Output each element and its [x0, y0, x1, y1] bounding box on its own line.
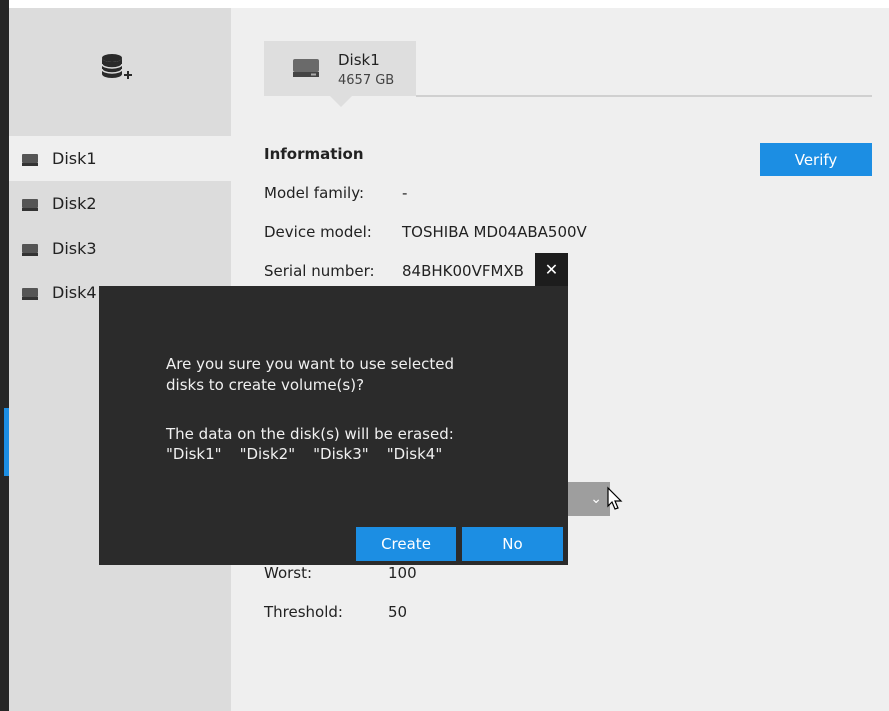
dialog-disk-item: "Disk4"	[386, 445, 443, 463]
verify-button[interactable]: Verify	[760, 143, 872, 176]
section-title: Information	[264, 145, 364, 163]
close-button[interactable]: ✕	[535, 253, 568, 286]
tab-divider	[416, 95, 872, 97]
model-family-value: -	[402, 184, 408, 202]
window-left-edge	[0, 0, 9, 711]
worst-value: 100	[388, 564, 417, 582]
dialog-disk-item: "Disk2"	[239, 445, 296, 463]
hard-disk-icon	[21, 242, 39, 256]
dialog-disk-item: "Disk1"	[166, 445, 222, 463]
sidebar-item-label: Disk2	[52, 194, 97, 213]
chevron-down-icon: ⌄	[590, 491, 602, 507]
model-family-label: Model family:	[264, 184, 365, 202]
worst-label: Worst:	[264, 564, 313, 582]
dialog-disk-list: "Disk1" "Disk2" "Disk3" "Disk4"	[166, 445, 442, 463]
hard-disk-icon	[291, 57, 321, 79]
threshold-value: 50	[388, 603, 408, 621]
dialog-question: Are you sure you want to use selected di…	[166, 355, 454, 394]
sidebar-item-disk3[interactable]: Disk3	[9, 226, 231, 271]
sidebar-item-label: Disk1	[52, 149, 97, 168]
sidebar-item-label: Disk3	[52, 239, 97, 258]
create-button[interactable]: Create	[356, 527, 456, 561]
tab-title: Disk1	[338, 51, 380, 69]
threshold-label: Threshold:	[264, 603, 343, 621]
serial-number-label: Serial number:	[264, 262, 375, 280]
device-model-label: Device model:	[264, 223, 372, 241]
device-model-value: TOSHIBA MD04ABA500V	[402, 223, 587, 241]
sidebar-item-label: Disk4	[52, 283, 97, 302]
sidebar-item-disk1[interactable]: Disk1	[9, 136, 231, 181]
sidebar-item-disk2[interactable]: Disk2	[9, 181, 231, 226]
dialog-disk-item: "Disk3"	[313, 445, 369, 463]
mouse-cursor-icon	[606, 486, 624, 512]
serial-number-value: 84BHK00VFMXB	[402, 262, 524, 280]
close-icon: ✕	[544, 260, 559, 279]
hard-disk-icon	[21, 197, 39, 211]
tab-pointer	[330, 96, 352, 107]
dialog-warning: The data on the disk(s) will be erased:	[166, 425, 454, 443]
hard-disk-icon	[21, 286, 39, 300]
hard-disk-icon	[21, 152, 39, 166]
tab-size: 4657 GB	[338, 73, 395, 88]
dropdown-select[interactable]: ⌄	[568, 482, 610, 516]
no-button[interactable]: No	[462, 527, 563, 561]
add-disk-icon[interactable]	[96, 48, 136, 88]
